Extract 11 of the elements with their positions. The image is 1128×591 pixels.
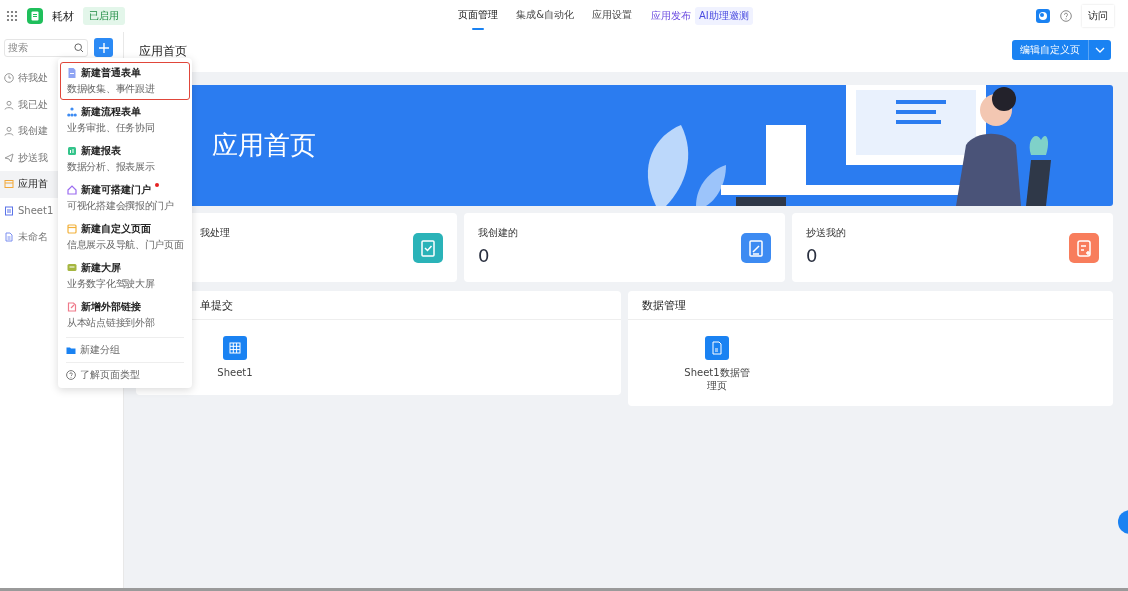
stat-value: 0 xyxy=(806,245,819,266)
stat-value: 0 xyxy=(478,245,491,266)
status-tag: 已启用 xyxy=(83,7,125,25)
page-title: 应用首页 xyxy=(139,42,187,60)
panel-title: 数据管理 xyxy=(642,297,686,313)
app-name: 耗材 xyxy=(52,8,74,24)
panel-title: 单提交 xyxy=(200,297,233,313)
stat-label: 抄送我的 xyxy=(806,226,846,240)
stat-label: 我处理 xyxy=(200,226,230,240)
stat-label: 我创建的 xyxy=(478,226,518,240)
banner-title: 应用首页 xyxy=(212,129,316,162)
